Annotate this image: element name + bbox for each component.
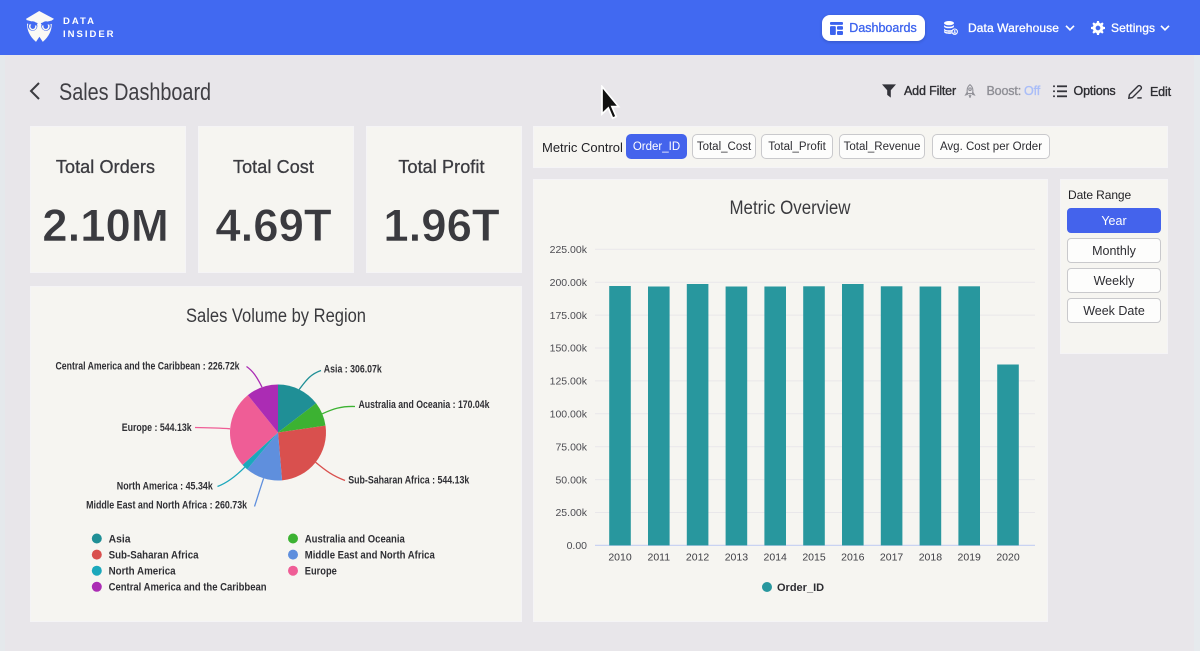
svg-text:25.00k: 25.00k — [555, 507, 587, 519]
svg-text:200.00k: 200.00k — [550, 277, 588, 289]
svg-text:Middle East and North Africa :: Middle East and North Africa : 260.73k — [86, 500, 248, 512]
svg-text:150.00k: 150.00k — [550, 343, 588, 355]
svg-text:50.00k: 50.00k — [555, 474, 587, 486]
svg-text:125.00k: 125.00k — [550, 376, 588, 388]
svg-text:North America : 45.34k: North America : 45.34k — [117, 481, 214, 493]
svg-text:2014: 2014 — [764, 552, 788, 564]
svg-text:2016: 2016 — [841, 552, 865, 564]
svg-text:0.00: 0.00 — [567, 540, 588, 552]
svg-text:2011: 2011 — [648, 552, 671, 564]
svg-text:2020: 2020 — [996, 552, 1020, 564]
svg-text:Sales Volume by Region: Sales Volume by Region — [186, 306, 366, 327]
svg-text:225.00k: 225.00k — [550, 244, 588, 256]
svg-text:Middle East and North Africa: Middle East and North Africa — [305, 549, 436, 561]
svg-text:2012: 2012 — [686, 552, 710, 564]
svg-text:2019: 2019 — [958, 552, 982, 564]
svg-text:Central America and the Caribb: Central America and the Caribbean — [109, 582, 267, 594]
svg-text:Sub-Saharan Africa : 544.13k: Sub-Saharan Africa : 544.13k — [348, 474, 470, 486]
svg-text:2015: 2015 — [802, 552, 826, 564]
svg-text:2010: 2010 — [608, 552, 632, 564]
svg-text:175.00k: 175.00k — [550, 310, 588, 322]
svg-text:Central America and the Caribb: Central America and the Caribbean : 226.… — [56, 360, 241, 372]
svg-text:Metric Overview: Metric Overview — [730, 198, 851, 219]
svg-text:Australia and Oceania : 170.04: Australia and Oceania : 170.04k — [359, 399, 491, 411]
svg-text:Europe: Europe — [305, 566, 337, 578]
svg-text:2018: 2018 — [919, 552, 943, 564]
svg-text:Sub-Saharan Africa: Sub-Saharan Africa — [109, 549, 200, 561]
svg-text:2013: 2013 — [725, 552, 749, 564]
svg-text:Order_ID: Order_ID — [777, 582, 824, 594]
svg-text:100.00k: 100.00k — [550, 409, 588, 421]
svg-text:North America: North America — [109, 566, 177, 578]
svg-text:2017: 2017 — [880, 552, 904, 564]
svg-text:75.00k: 75.00k — [555, 441, 587, 453]
svg-text:Asia : 306.07k: Asia : 306.07k — [324, 363, 383, 375]
svg-text:Asia: Asia — [109, 533, 132, 545]
svg-text:Europe : 544.13k: Europe : 544.13k — [122, 422, 193, 434]
svg-text:Australia and Oceania: Australia and Oceania — [305, 533, 406, 545]
